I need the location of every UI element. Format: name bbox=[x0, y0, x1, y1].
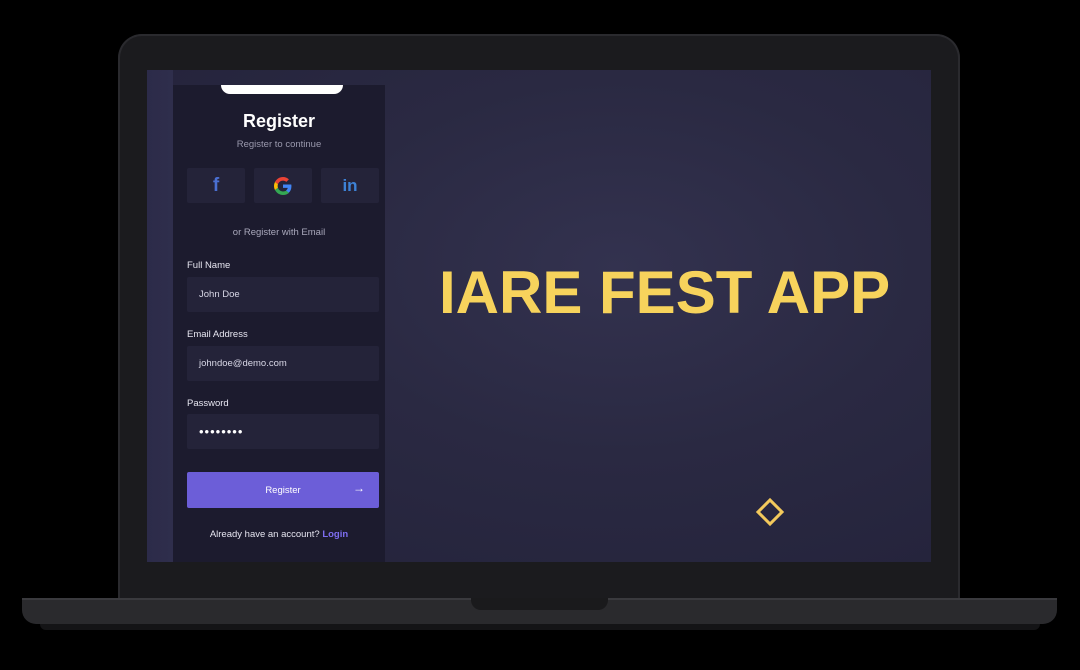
laptop-base-notch bbox=[471, 598, 608, 610]
login-prompt-text: Already have an account? bbox=[209, 529, 320, 540]
phone-notch bbox=[221, 85, 343, 94]
facebook-login-button[interactable]: f bbox=[187, 168, 245, 203]
login-prompt-row: Already have an account? Login bbox=[173, 529, 385, 540]
register-subtitle: Register to continue bbox=[236, 139, 322, 150]
full-name-label: Full Name bbox=[187, 260, 231, 271]
password-field[interactable]: •••••••• bbox=[187, 414, 379, 449]
full-name-field[interactable]: John Doe bbox=[187, 277, 379, 312]
register-title: Register bbox=[242, 111, 316, 131]
social-login-row: f in bbox=[187, 168, 379, 203]
linkedin-icon: in bbox=[342, 175, 358, 195]
linkedin-login-button[interactable]: in bbox=[321, 168, 379, 203]
diamond-icon bbox=[755, 497, 785, 527]
google-login-button[interactable] bbox=[254, 168, 312, 203]
register-panel: Register Register to continue f in or Re… bbox=[173, 85, 385, 562]
email-field[interactable]: johndoe@demo.com bbox=[187, 346, 379, 381]
email-label: Email Address bbox=[187, 329, 248, 340]
laptop-screen: Register Register to continue f in or Re… bbox=[147, 70, 931, 562]
app-headline: IARE FEST APP bbox=[439, 259, 891, 326]
arrow-right-icon: → bbox=[353, 481, 365, 495]
google-icon bbox=[274, 176, 292, 195]
login-link[interactable]: Login bbox=[322, 529, 348, 540]
email-divider-text: or Register with Email bbox=[232, 227, 326, 238]
register-button[interactable]: Register → bbox=[187, 472, 379, 508]
register-button-label: Register bbox=[265, 484, 301, 496]
screen-edge bbox=[147, 70, 173, 562]
facebook-icon: f bbox=[212, 174, 220, 196]
laptop-base-shadow bbox=[40, 624, 1040, 630]
password-label: Password bbox=[187, 398, 229, 409]
